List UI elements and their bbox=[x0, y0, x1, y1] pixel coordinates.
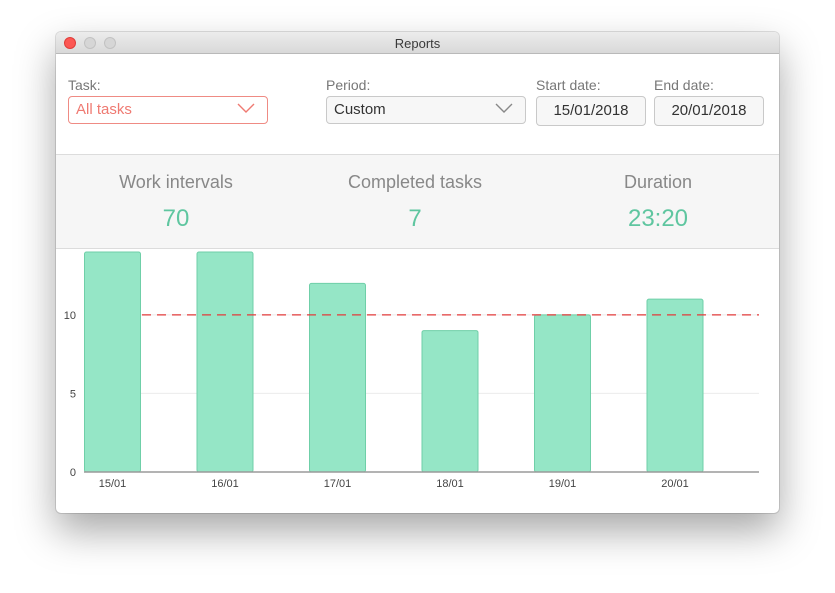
duration-label: Duration bbox=[623, 172, 693, 192]
bar bbox=[84, 251, 141, 473]
end-date-field[interactable]: 20/01/2018 bbox=[654, 96, 764, 126]
period-select[interactable]: Custom bbox=[326, 96, 526, 124]
work-intervals-stat: Work intervals 70 bbox=[76, 155, 276, 233]
chevron-down-icon bbox=[495, 103, 513, 113]
title-bar[interactable]: Reports bbox=[56, 32, 779, 54]
work-intervals-value: 70 bbox=[162, 205, 190, 232]
task-select-value: All tasks bbox=[76, 101, 132, 118]
window-title: Reports bbox=[394, 36, 441, 51]
start-date-field[interactable]: 15/01/2018 bbox=[536, 96, 646, 126]
x-tick-label: 19/01 bbox=[549, 478, 577, 490]
daily-intervals-bar-chart: 0 5 10 15/01 16/01 17/01 18/01 19/01 20/01 bbox=[64, 251, 759, 490]
task-label: Task: bbox=[68, 77, 101, 93]
bar bbox=[196, 251, 254, 473]
task-select[interactable]: All tasks bbox=[68, 96, 268, 124]
completed-tasks-value: 7 bbox=[408, 205, 422, 232]
period-label: Period: bbox=[326, 77, 371, 93]
x-tick-label: 18/01 bbox=[436, 478, 464, 490]
duration-stat: Duration 23:20 bbox=[558, 155, 758, 233]
reports-window: Reports Task: All tasks Period: Custom S… bbox=[56, 32, 779, 513]
filters-panel: Task: All tasks Period: Custom Start dat… bbox=[56, 54, 779, 154]
x-tick-label: 17/01 bbox=[324, 478, 352, 490]
bar bbox=[534, 314, 591, 473]
y-tick-label: 5 bbox=[70, 388, 76, 400]
completed-tasks-label: Completed tasks bbox=[347, 172, 483, 192]
bar bbox=[309, 282, 366, 473]
y-tick-label: 0 bbox=[70, 467, 76, 479]
period-select-value: Custom bbox=[334, 101, 386, 118]
x-tick-label: 20/01 bbox=[661, 478, 689, 490]
y-tick-label: 10 bbox=[64, 310, 76, 322]
chevron-down-icon bbox=[237, 103, 255, 113]
end-date-label: End date: bbox=[654, 77, 714, 93]
bar bbox=[421, 330, 479, 473]
bar bbox=[646, 298, 704, 473]
x-tick-label: 15/01 bbox=[99, 478, 127, 490]
start-date-label: Start date: bbox=[536, 77, 601, 93]
completed-tasks-stat: Completed tasks 7 bbox=[315, 155, 515, 233]
stats-panel: Work intervals 70 Completed tasks 7 Dura… bbox=[56, 154, 779, 249]
x-tick-label: 16/01 bbox=[211, 478, 239, 490]
work-intervals-label: Work intervals bbox=[119, 172, 233, 192]
duration-value: 23:20 bbox=[627, 205, 689, 232]
